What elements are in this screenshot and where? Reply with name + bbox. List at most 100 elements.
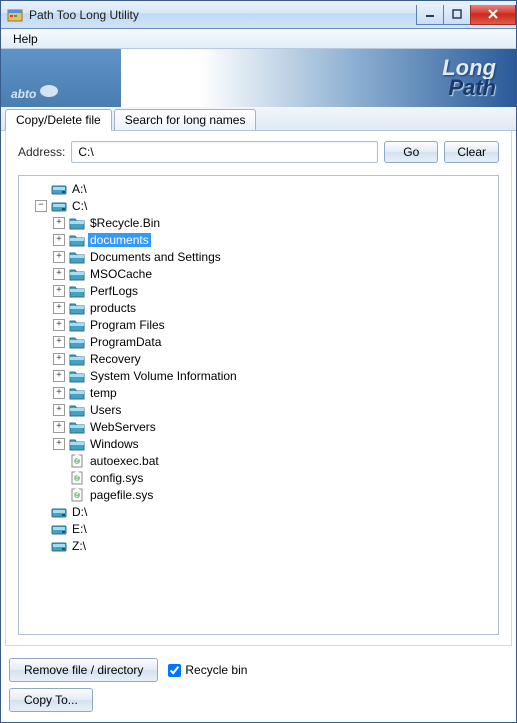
tree-node-label[interactable]: Recovery [88, 352, 143, 366]
expand-icon[interactable]: + [53, 302, 65, 314]
tree-folder[interactable]: + Users [53, 401, 496, 418]
tree-folder[interactable]: + Windows [53, 435, 496, 452]
tab-search-long-names[interactable]: Search for long names [114, 109, 257, 130]
expand-icon[interactable]: + [53, 438, 65, 450]
expand-icon[interactable]: + [53, 251, 65, 263]
logo-path: Path [442, 78, 496, 98]
expand-icon[interactable]: + [53, 404, 65, 416]
tree-node-label[interactable]: documents [88, 233, 151, 247]
expand-icon[interactable]: + [53, 234, 65, 246]
maximize-button[interactable] [443, 5, 471, 25]
app-window: Path Too Long Utility Help abto Long Pat… [0, 0, 517, 723]
tree-node-label[interactable]: C:\ [70, 199, 89, 213]
tree-drive[interactable]: A:\ [35, 180, 496, 197]
folder-icon [69, 420, 85, 434]
tree-folder[interactable]: + PerfLogs [53, 282, 496, 299]
recycle-checkbox[interactable] [168, 664, 181, 677]
tree-node-label[interactable]: System Volume Information [88, 369, 239, 383]
bottom-bar: Remove file / directory Recycle bin Copy… [1, 650, 516, 722]
tree-node-label[interactable]: E:\ [70, 522, 89, 536]
expand-icon[interactable]: + [53, 336, 65, 348]
window-title: Path Too Long Utility [29, 8, 417, 22]
file-tree[interactable]: A:\ − C:\ + $Recycle.Bin + documents + Documents… [18, 175, 499, 635]
tree-folder[interactable]: + temp [53, 384, 496, 401]
copy-to-button[interactable]: Copy To... [9, 688, 93, 712]
svg-text:?: ? [74, 488, 81, 500]
tree-folder[interactable]: + documents [53, 231, 496, 248]
folder-icon [69, 403, 85, 417]
tree-node-label[interactable]: Program Files [88, 318, 167, 332]
clear-button[interactable]: Clear [444, 141, 499, 163]
tree-folder[interactable]: + System Volume Information [53, 367, 496, 384]
expand-icon[interactable]: + [53, 353, 65, 365]
folder-icon [69, 352, 85, 366]
expand-icon[interactable]: + [53, 421, 65, 433]
go-button[interactable]: Go [384, 141, 438, 163]
tree-node-label[interactable]: A:\ [70, 182, 89, 196]
menu-help[interactable]: Help [7, 31, 44, 47]
expand-icon [35, 540, 47, 552]
tree-file[interactable]: ? pagefile.sys [53, 486, 496, 503]
tree-node-label[interactable]: MSOCache [88, 267, 154, 281]
tree-file[interactable]: ?config.sys [53, 469, 496, 486]
tree-drive[interactable]: E:\ [35, 520, 496, 537]
expand-icon[interactable]: + [53, 217, 65, 229]
expand-icon[interactable]: + [53, 319, 65, 331]
tree-node-label[interactable]: ProgramData [88, 335, 163, 349]
tree-folder[interactable]: + Program Files [53, 316, 496, 333]
tree-drive[interactable]: − C:\ [35, 197, 496, 214]
tree-folder[interactable]: + WebServers [53, 418, 496, 435]
tree-drive[interactable]: D:\ [35, 503, 496, 520]
minimize-button[interactable] [416, 5, 444, 25]
expand-icon[interactable]: + [53, 268, 65, 280]
banner-brand: abto [1, 49, 121, 107]
tree-node-label[interactable]: config.sys [88, 471, 145, 485]
tree-folder[interactable]: + products [53, 299, 496, 316]
folder-icon [69, 318, 85, 332]
expand-icon [53, 455, 65, 467]
tree-folder[interactable]: + ProgramData [53, 333, 496, 350]
svg-text:?: ? [74, 454, 81, 466]
folder-icon [69, 335, 85, 349]
tree-node-label[interactable]: pagefile.sys [88, 488, 155, 502]
tree-folder[interactable]: + MSOCache [53, 265, 496, 282]
file-icon: ? [69, 488, 85, 502]
tree-node-label[interactable]: Documents and Settings [88, 250, 223, 264]
tree-node-label[interactable]: Users [88, 403, 123, 417]
tree-node-label[interactable]: D:\ [70, 505, 89, 519]
tab-copy-delete[interactable]: Copy/Delete file [5, 109, 112, 131]
tree-node-label[interactable]: temp [88, 386, 119, 400]
app-icon [7, 7, 23, 23]
close-button[interactable] [470, 5, 516, 25]
file-icon: ? [69, 471, 85, 485]
address-input[interactable] [71, 141, 378, 163]
tree-folder[interactable]: + Documents and Settings [53, 248, 496, 265]
tree-file[interactable]: ? autoexec.bat [53, 452, 496, 469]
tree-node-label[interactable]: products [88, 301, 138, 315]
expand-icon[interactable]: + [53, 370, 65, 382]
folder-icon [69, 369, 85, 383]
drive-icon [51, 505, 67, 519]
expand-icon[interactable]: + [53, 285, 65, 297]
tab-content: Address: Go Clear A:\ − C:\ + $Recycle.Bin + d… [5, 131, 512, 646]
tree-node-label[interactable]: Windows [88, 437, 141, 451]
banner: abto Long Path [1, 49, 516, 107]
recycle-checkbox-wrap[interactable]: Recycle bin [168, 663, 247, 677]
tree-node-label[interactable]: PerfLogs [88, 284, 140, 298]
tree-node-label[interactable]: WebServers [88, 420, 158, 434]
expand-icon [35, 523, 47, 535]
tree-folder[interactable]: + $Recycle.Bin [53, 214, 496, 231]
drive-icon [51, 522, 67, 536]
collapse-icon[interactable]: − [35, 200, 47, 212]
tree-folder[interactable]: + Recovery [53, 350, 496, 367]
tree-node-label[interactable]: $Recycle.Bin [88, 216, 162, 230]
address-row: Address: Go Clear [18, 141, 499, 163]
titlebar[interactable]: Path Too Long Utility [1, 1, 516, 29]
drive-icon [51, 539, 67, 553]
tab-strip: Copy/Delete file Search for long names [1, 107, 516, 131]
remove-button[interactable]: Remove file / directory [9, 658, 158, 682]
expand-icon[interactable]: + [53, 387, 65, 399]
tree-node-label[interactable]: Z:\ [70, 539, 88, 553]
tree-drive[interactable]: Z:\ [35, 537, 496, 554]
tree-node-label[interactable]: autoexec.bat [88, 454, 161, 468]
